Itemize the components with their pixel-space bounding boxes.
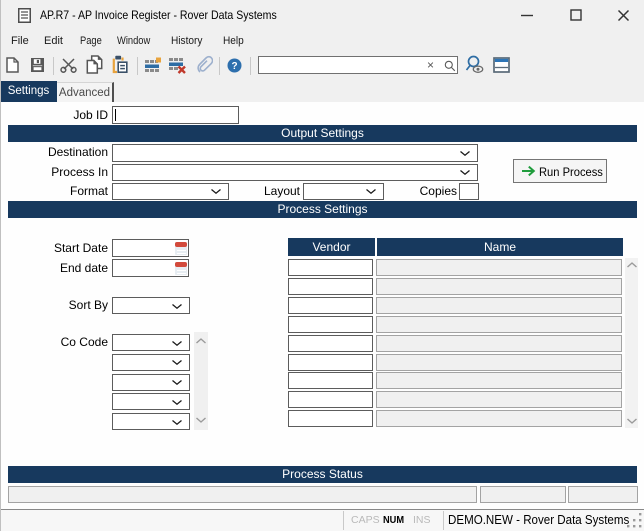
- svg-text:?: ?: [231, 61, 237, 72]
